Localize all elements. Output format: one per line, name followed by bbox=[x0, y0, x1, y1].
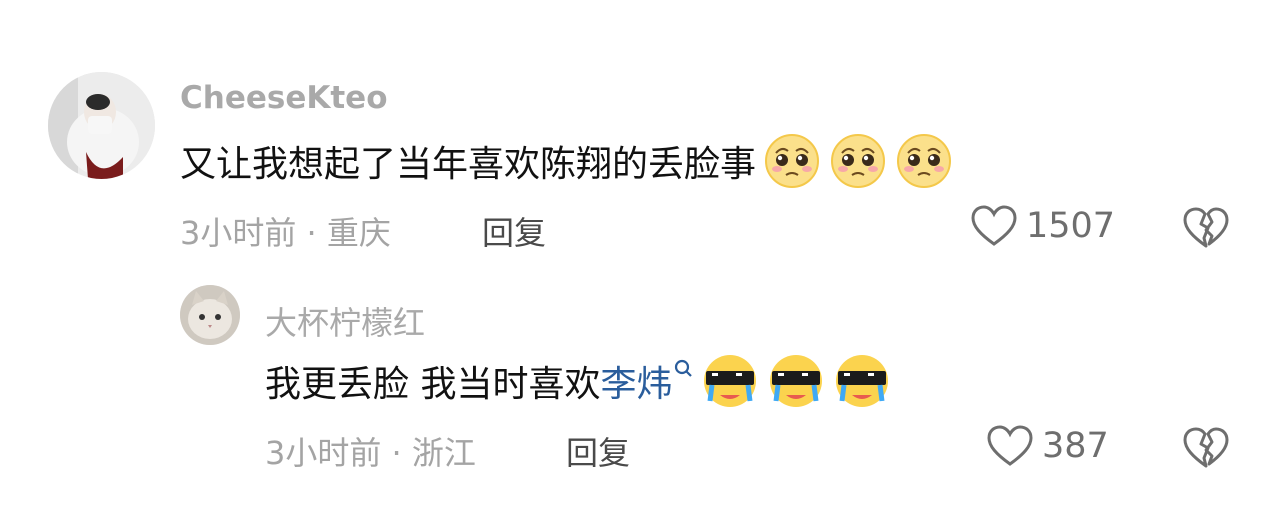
username[interactable]: 大杯柠檬红 bbox=[265, 298, 425, 344]
username[interactable]: CheeseKteo bbox=[180, 80, 388, 116]
cat-avatar-photo bbox=[180, 285, 240, 345]
pleading-face-emoji bbox=[831, 134, 886, 188]
like-button[interactable]: 387 bbox=[986, 424, 1109, 468]
crying-sunglasses-emoji bbox=[836, 355, 889, 407]
mention-link[interactable]: 李炜 bbox=[600, 355, 672, 407]
heart-icon bbox=[971, 205, 1017, 246]
pleading-face-emoji bbox=[765, 134, 820, 188]
crying-sunglasses-emoji bbox=[770, 355, 823, 407]
comment-body: 又让我想起了当年喜欢陈翔的丢脸事 bbox=[180, 144, 757, 185]
like-count: 387 bbox=[1042, 426, 1109, 466]
reply-button[interactable]: 回复 bbox=[482, 208, 546, 254]
comment-text: 我更丢脸 我当时喜欢 李炜 bbox=[265, 350, 892, 412]
like-button[interactable]: 1507 bbox=[970, 204, 1115, 248]
avatar[interactable] bbox=[180, 285, 240, 345]
reply-button[interactable]: 回复 bbox=[566, 428, 630, 474]
comment-time-location: 3小时前 · 重庆 bbox=[180, 214, 391, 252]
comment-text: 又让我想起了当年喜欢陈翔的丢脸事 bbox=[180, 130, 954, 192]
search-icon[interactable] bbox=[674, 359, 694, 381]
comment-body: 我更丢脸 我当时喜欢 bbox=[265, 364, 601, 405]
broken-heart-icon bbox=[1183, 207, 1229, 248]
like-count: 1507 bbox=[1026, 206, 1116, 246]
heart-icon bbox=[987, 425, 1033, 466]
crying-sunglasses-emoji bbox=[704, 355, 757, 407]
broken-heart-icon bbox=[1183, 427, 1229, 468]
dislike-button[interactable] bbox=[1182, 426, 1230, 474]
pleading-face-emoji bbox=[897, 134, 952, 188]
comment-time-location: 3小时前 · 浙江 bbox=[265, 434, 476, 472]
avatar-photo bbox=[48, 72, 155, 179]
avatar[interactable] bbox=[48, 72, 155, 179]
dislike-button[interactable] bbox=[1182, 206, 1230, 254]
